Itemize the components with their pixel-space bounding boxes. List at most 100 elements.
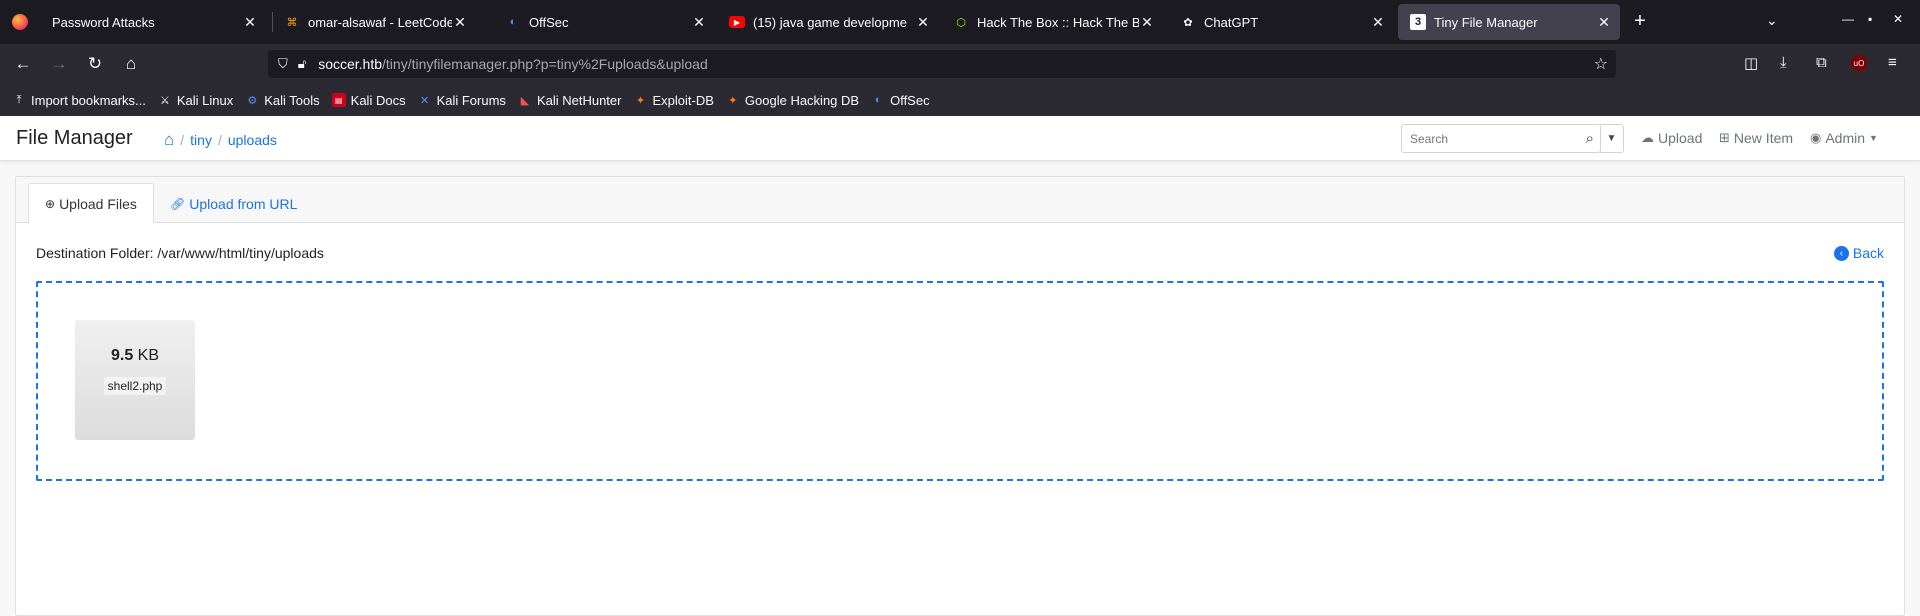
upload-link[interactable]: ☁ Upload (1641, 130, 1702, 146)
nethunter-icon: ◣ (520, 94, 530, 107)
upload-label: Upload (1658, 130, 1703, 146)
new-item-link[interactable]: ⊞ New Item (1719, 130, 1793, 146)
insecure-lock-icon[interactable]: 🔓︎ (298, 56, 306, 72)
search-options-dropdown[interactable]: ▼ (1600, 124, 1624, 153)
search-icon[interactable]: ⌕ (1586, 130, 1594, 147)
tab-title: ChatGPT (1204, 14, 1259, 30)
bookmark-item[interactable]: ✦ Google Hacking DB (726, 93, 859, 108)
extensions-icon[interactable]: ⧉ (1816, 54, 1827, 71)
back-arrow-icon[interactable]: ← (11, 52, 35, 76)
file-size: 9.5 KB (75, 347, 195, 365)
back-link[interactable]: ‹ Back (1833, 245, 1884, 261)
tab-upload-files[interactable]: ⊕ Upload Files (28, 183, 154, 224)
browser-tab-leetcode[interactable]: ⌘ omar-alsawaf - LeetCode P ✕ (272, 4, 476, 40)
tab-label: Upload Files (59, 195, 137, 212)
home-icon[interactable]: ⌂ (119, 52, 143, 76)
page-content: File Manager ⌂ / tiny / uploads ⌕ ▼ ☁ Up… (0, 116, 1920, 616)
url-host: soccer.htb (318, 56, 383, 72)
breadcrumb-uploads[interactable]: uploads (228, 132, 277, 148)
bookmark-item[interactable]: ✕ Kali Forums (418, 93, 506, 108)
kali-tools-icon: ⚙ (247, 94, 258, 107)
search-box: ⌕ (1401, 124, 1601, 153)
shield-icon[interactable]: ⛉ (278, 56, 288, 72)
pocket-icon[interactable]: ◫ (1744, 54, 1758, 72)
chevron-left-circle-icon: ‹ (1833, 245, 1849, 261)
bookmark-label: Kali Linux (176, 92, 234, 108)
upload-dropzone[interactable]: 9.5 KB shell2.php (36, 281, 1884, 481)
bookmark-item[interactable]: ⚙ Kali Tools (245, 93, 319, 108)
kali-forums-icon: ✕ (419, 94, 430, 107)
tab-upload-from-url[interactable]: 🔗︎ Upload from URL (154, 183, 313, 224)
firefox-menu-icon[interactable] (12, 14, 28, 30)
admin-label: Admin (1825, 130, 1866, 146)
close-icon[interactable]: ✕ (691, 14, 707, 30)
close-window-icon[interactable]: ✕ (1893, 12, 1903, 26)
address-bar[interactable]: ⛉ 🔓︎ soccer.htb/tiny/tinyfilemanager.php… (268, 50, 1616, 78)
bookmark-item[interactable]: ⚔ Kali Linux (158, 93, 233, 108)
back-label: Back (1852, 245, 1884, 261)
reload-icon[interactable]: ↻ (83, 52, 107, 76)
user-circle-icon: ◉ (1810, 130, 1822, 145)
bookmark-item[interactable]: ◣ Kali NetHunter (518, 93, 622, 108)
kali-docs-icon: ▤ (331, 93, 346, 107)
breadcrumb-separator: / (217, 132, 222, 148)
close-icon[interactable]: ✕ (915, 14, 931, 30)
bookmark-item[interactable]: ⤒ Import bookmarks... (12, 93, 146, 108)
search-input[interactable] (1402, 125, 1562, 152)
browser-tab-youtube[interactable]: ▶ (15) java game developme ✕ (717, 4, 939, 40)
downloads-icon[interactable]: ⤓ (1780, 54, 1787, 71)
tab-title: OffSec (529, 14, 569, 30)
caret-down-icon: ▼ (1869, 133, 1878, 143)
upload-card: ⊕ Upload Files 🔗︎ Upload from URL Destin… (15, 176, 1905, 616)
browser-tab-chatgpt[interactable]: ✿ ChatGPT ✕ (1168, 4, 1394, 40)
url-path: /tiny/tinyfilemanager.php?p=tiny%2Fuploa… (382, 56, 708, 72)
close-icon[interactable]: ✕ (242, 14, 258, 30)
link-icon: 🔗︎ (170, 196, 186, 211)
tab-title: Password Attacks (52, 14, 155, 30)
bookmark-label: Kali Docs (350, 92, 406, 108)
bookmarks-toolbar: ⤒ Import bookmarks... ⚔ Kali Linux ⚙ Kali T… (0, 84, 1920, 116)
bookmark-item[interactable]: ✦ Exploit-DB (633, 92, 714, 108)
tab-title: (15) java game developme (753, 14, 907, 30)
browser-tab-password-attacks[interactable]: Password Attacks ✕ (40, 4, 266, 40)
bookmark-item[interactable]: ◐ OffSec (871, 93, 930, 108)
bookmark-label: Google Hacking DB (744, 92, 860, 108)
plus-square-icon: ⊞ (1719, 130, 1730, 145)
upload-tabs: ⊕ Upload Files 🔗︎ Upload from URL (16, 177, 1904, 224)
bookmark-label: Kali NetHunter (536, 92, 622, 108)
breadcrumb-tiny[interactable]: tiny (190, 132, 212, 148)
close-icon[interactable]: ✕ (1596, 14, 1612, 30)
maximize-window-icon[interactable]: ▪ (1868, 12, 1872, 26)
home-icon[interactable]: ⌂ (164, 130, 174, 150)
bookmark-item[interactable]: ▤ Kali Docs (331, 92, 406, 108)
browser-navigation-toolbar: ← → ↻ ⌂ ⛉ 🔓︎ soccer.htb/tiny/tinyfileman… (0, 44, 1920, 84)
hackthebox-icon: ⬡ (956, 16, 966, 29)
hamburger-menu-icon[interactable]: ≡ (1888, 54, 1897, 71)
bookmark-star-icon[interactable]: ☆ (1594, 54, 1608, 74)
exploitdb-icon: ✦ (635, 94, 646, 107)
import-icon: ⤒ (16, 93, 22, 106)
kali-dragon-icon: ⚔ (159, 94, 170, 107)
leetcode-icon: ⌘ (286, 16, 298, 29)
admin-menu[interactable]: ◉ Admin ▼ (1810, 130, 1878, 146)
forward-arrow-icon[interactable]: → (47, 52, 71, 76)
tiny-file-manager-icon: 3 (1410, 14, 1426, 30)
cloud-upload-icon: ☁ (1641, 130, 1654, 145)
breadcrumb-separator: / (180, 132, 185, 148)
close-icon[interactable]: ✕ (452, 14, 468, 30)
browser-tab-offsec[interactable]: ◐ OffSec ✕ (493, 4, 715, 40)
minimize-window-icon[interactable]: — (1842, 12, 1854, 26)
browser-tab-hackthebox[interactable]: ⬡ Hack The Box :: Hack The B ✕ (941, 4, 1163, 40)
uploaded-file-preview: 9.5 KB shell2.php (75, 320, 195, 440)
url-text[interactable]: soccer.htb/tiny/tinyfilemanager.php?p=ti… (318, 56, 708, 72)
close-icon[interactable]: ✕ (1370, 14, 1386, 30)
bookmark-label: Exploit-DB (652, 92, 714, 108)
new-item-label: New Item (1733, 130, 1794, 146)
new-tab-button[interactable]: + (1628, 10, 1652, 33)
close-icon[interactable]: ✕ (1139, 14, 1155, 30)
ublock-origin-icon[interactable]: uO (1851, 55, 1867, 71)
brand-title[interactable]: File Manager (16, 127, 133, 150)
tab-title: Tiny File Manager (1434, 14, 1538, 30)
chevron-down-icon[interactable]: ⌄ (1766, 12, 1778, 29)
browser-tab-tiny-file-manager[interactable]: 3 Tiny File Manager ✕ (1398, 4, 1620, 40)
